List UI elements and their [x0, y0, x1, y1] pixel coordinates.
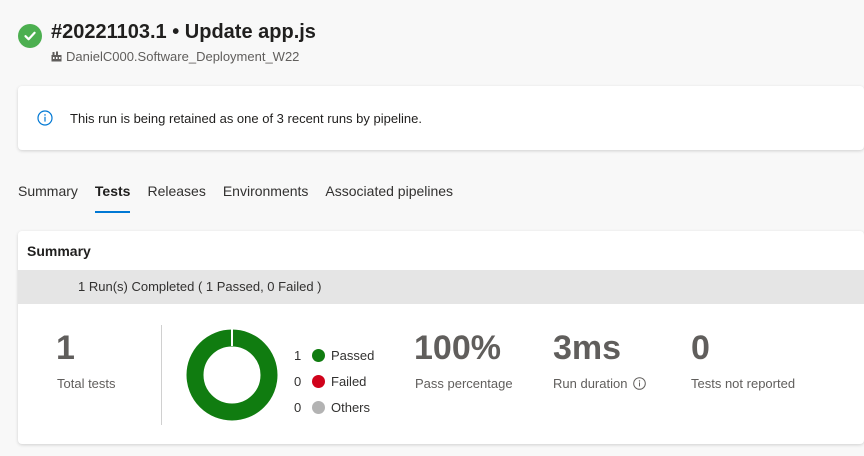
outcome-donut-chart	[186, 329, 278, 421]
tab-associated-pipelines[interactable]: Associated pipelines	[325, 179, 453, 213]
passed-count: 1	[294, 347, 302, 363]
total-tests-label: Total tests	[57, 376, 116, 391]
others-count: 0	[294, 399, 302, 415]
run-duration-value: 3ms	[553, 329, 622, 367]
retention-banner: This run is being retained as one of 3 r…	[18, 86, 864, 150]
failed-dot-icon	[312, 374, 325, 388]
pass-percentage-value: 100%	[414, 329, 501, 367]
run-duration-label-group: Run duration	[553, 376, 647, 391]
run-title: #20221103.1 • Update app.js	[51, 21, 316, 43]
legend-others[interactable]: 0 Others	[294, 394, 374, 420]
divider	[161, 325, 162, 425]
legend-failed[interactable]: 0 Failed	[294, 368, 374, 394]
outcome-legend: 1 Passed 0 Failed 0 Others	[294, 342, 374, 420]
tab-releases[interactable]: Releases	[147, 179, 205, 213]
tab-environments[interactable]: Environments	[223, 179, 309, 213]
info-icon	[37, 110, 53, 126]
run-duration-info-icon[interactable]	[633, 377, 647, 390]
legend-passed[interactable]: 1 Passed	[294, 342, 374, 368]
failed-label: Failed	[331, 373, 367, 389]
passed-dot-icon	[312, 348, 325, 362]
summary-title: Summary	[27, 243, 91, 259]
test-summary-card: Summary 1 Run(s) Completed ( 1 Passed, 0…	[18, 231, 864, 444]
total-tests-value: 1	[56, 329, 75, 367]
run-duration-label: Run duration	[553, 376, 628, 391]
failed-count: 0	[294, 373, 302, 389]
banner-message: This run is being retained as one of 3 r…	[70, 110, 422, 126]
others-dot-icon	[312, 400, 325, 414]
others-label: Others	[331, 399, 371, 415]
repo-link[interactable]: DanielC000.Software_Deployment_W22	[51, 49, 299, 64]
not-reported-value: 0	[691, 329, 710, 367]
run-tabs: Summary Tests Releases Environments Asso…	[18, 179, 470, 215]
repo-name: DanielC000.Software_Deployment_W22	[66, 49, 300, 64]
run-header: #20221103.1 • Update app.js DanielC000.S…	[18, 20, 858, 68]
tab-summary[interactable]: Summary	[18, 179, 78, 213]
success-check-icon	[18, 24, 42, 48]
not-reported-label: Tests not reported	[691, 376, 796, 391]
tab-tests[interactable]: Tests	[94, 179, 130, 213]
passed-label: Passed	[331, 347, 375, 363]
repository-icon	[51, 51, 62, 62]
pass-percentage-label: Pass percentage	[415, 376, 513, 391]
runs-completed-status[interactable]: 1 Run(s) Completed ( 1 Passed, 0 Failed …	[18, 270, 864, 304]
